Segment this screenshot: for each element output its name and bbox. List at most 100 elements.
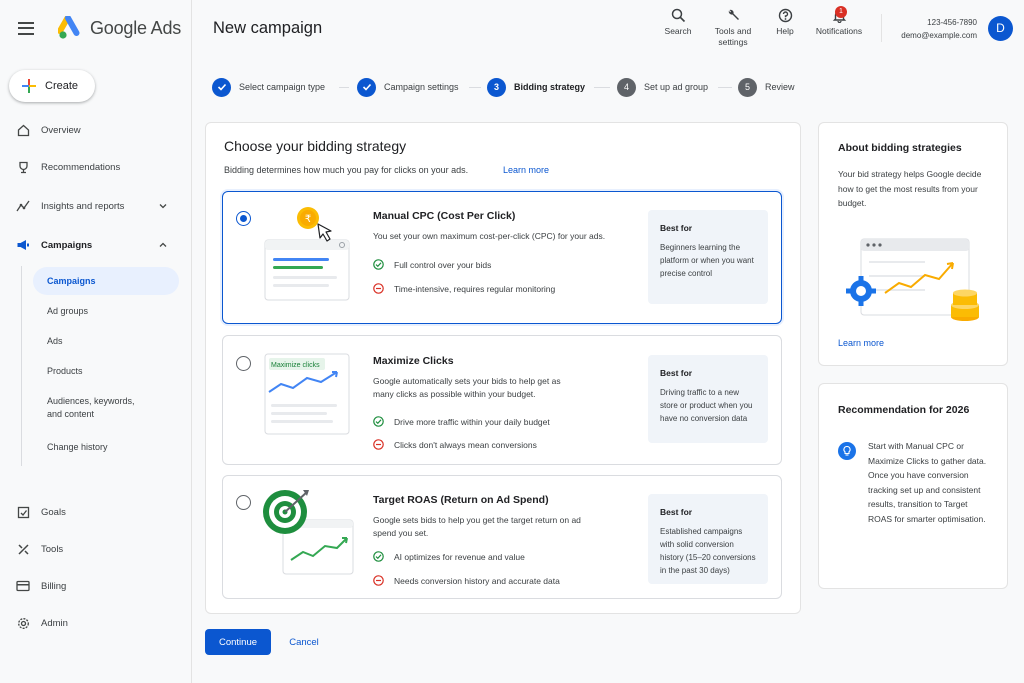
sidebar-item-label: Admin [41, 617, 68, 629]
option-con: Clicks don't always mean conversions [373, 439, 537, 450]
recommendation-text: Start with Manual CPC or Maximize Clicks… [868, 441, 987, 524]
learn-more-link[interactable]: Learn more [503, 165, 549, 175]
billing-icon [16, 579, 30, 593]
option-target-roas[interactable]: Target ROAS (Return on Ad Spend) Google … [222, 475, 782, 599]
radio-maximize-clicks[interactable] [236, 356, 251, 371]
option-manual-cpc[interactable]: ₹ Manual CPC (Cost Per Click) You set yo… [222, 191, 782, 324]
illustration-label: Maximize clicks [271, 362, 320, 369]
minus-circle-icon [373, 439, 384, 450]
option-con: Needs conversion history and accurate da… [373, 575, 560, 586]
sidebar-item-label: Insights and reports [41, 200, 125, 212]
create-label: Create [45, 80, 79, 92]
hamburger-menu-icon[interactable] [18, 16, 42, 40]
tools-and-settings-button[interactable]: Tools and settings [710, 8, 756, 48]
page-title: New campaign [213, 19, 323, 37]
radio-manual-cpc[interactable] [236, 211, 251, 226]
chevron-down-icon[interactable] [158, 201, 168, 211]
about-learn-more-link[interactable]: Learn more [838, 338, 884, 348]
avatar[interactable]: D [988, 16, 1013, 41]
step-bidding-strategy[interactable]: 3 Bidding strategy [487, 77, 585, 97]
step-select-campaign-type[interactable]: Select campaign type [212, 77, 325, 97]
sidebar: Google Ads Create Overview Recommendatio… [0, 0, 192, 683]
help-button[interactable]: Help [773, 8, 797, 37]
about-text: Your bid strategy helps Google decide ho… [838, 169, 982, 208]
sidebar-item-overview[interactable]: Overview [0, 116, 192, 144]
megaphone-icon [16, 238, 30, 252]
step-set-up-ad-group[interactable]: 4 Set up ad group [617, 77, 708, 97]
continue-button[interactable]: Continue [205, 629, 271, 655]
option-title: Manual CPC (Cost Per Click) [373, 210, 516, 222]
option-pro: Full control over your bids [373, 259, 491, 270]
wrench-icon [728, 9, 739, 20]
account-id: 123-456-7890 [927, 18, 977, 27]
submenu-divider [21, 266, 22, 466]
lightbulb-icon [838, 442, 856, 460]
coin-symbol: ₹ [305, 214, 311, 225]
manual-cpc-illustration-icon: ₹ [264, 207, 350, 301]
card-title: Choose your bidding strategy [224, 138, 407, 154]
sidebar-subitem-change-history[interactable]: Change history [33, 433, 179, 461]
check-circle-icon [373, 551, 384, 562]
sidebar-item-label: Campaigns [41, 239, 93, 251]
sidebar-subitem-campaigns[interactable]: Campaigns [33, 267, 179, 295]
option-pro: Drive more traffic within your daily bud… [373, 416, 550, 427]
target-roas-illustration-icon [263, 490, 354, 575]
sidebar-item-insights[interactable]: Insights and reports [0, 192, 192, 220]
option-description: Google sets bids to help you get the tar… [373, 515, 581, 538]
sidebar-item-campaigns[interactable]: Campaigns [0, 231, 192, 259]
radio-target-roas[interactable] [236, 495, 251, 510]
step-connector [718, 87, 732, 88]
notifications-button[interactable]: 1 Notifications [813, 6, 865, 37]
best-for-box: Best for Established campaigns with soli… [648, 494, 768, 584]
sidebar-subitem-ads[interactable]: Ads [33, 327, 179, 355]
create-button[interactable]: Create [9, 70, 95, 102]
sidebar-item-label: Overview [41, 124, 81, 136]
help-icon [778, 8, 792, 23]
plus-icon [22, 79, 36, 93]
chevron-up-icon[interactable] [158, 240, 168, 250]
step-review[interactable]: 5 Review [738, 77, 795, 97]
search-button[interactable]: Search [663, 8, 693, 37]
option-title: Target ROAS (Return on Ad Spend) [373, 494, 549, 506]
step-campaign-settings[interactable]: Campaign settings [357, 77, 459, 97]
check-circle-icon [373, 259, 384, 270]
recommendation-card: Recommendation for 2026 Start with Manua… [818, 383, 1008, 589]
sidebar-item-goals[interactable]: Goals [0, 498, 192, 526]
home-icon [16, 123, 30, 137]
option-description: Google automatically sets your bids to h… [373, 376, 561, 399]
option-pro: AI optimizes for revenue and value [373, 551, 525, 562]
cancel-button[interactable]: Cancel [280, 629, 328, 655]
trophy-icon [16, 160, 30, 174]
sidebar-item-billing[interactable]: Billing [0, 572, 192, 600]
bidding-strategy-card: Choose your bidding strategy Bidding det… [205, 122, 801, 614]
bidding-illustration-icon [846, 238, 979, 321]
sidebar-item-label: Goals [41, 506, 66, 518]
sidebar-item-recommendations[interactable]: Recommendations [0, 153, 192, 181]
option-con: Time-intensive, requires regular monitor… [373, 283, 555, 294]
header-divider [881, 14, 882, 42]
step-connector [594, 87, 610, 88]
sidebar-item-label: Recommendations [41, 161, 121, 173]
step-connector [469, 87, 481, 88]
sidebar-item-admin[interactable]: Admin [0, 609, 192, 637]
about-title: About bidding strategies [838, 142, 962, 154]
insights-icon [16, 199, 30, 213]
minus-circle-icon [373, 575, 384, 586]
sidebar-subitem-ad-groups[interactable]: Ad groups [33, 297, 179, 325]
sidebar-subitem-products[interactable]: Products [33, 357, 179, 385]
gear-icon [16, 616, 30, 630]
google-ads-logo-icon [58, 16, 80, 39]
about-bidding-card: About bidding strategies Your bid strate… [818, 122, 1008, 366]
account-email: demo@example.com [901, 31, 977, 40]
brand: Google Ads [14, 14, 181, 42]
sidebar-item-tools[interactable]: Tools [0, 535, 192, 563]
account-info[interactable]: 123-456-7890 demo@example.com [893, 16, 977, 42]
sidebar-subitem-audiences[interactable]: Audiences, keywords, and content [33, 390, 145, 426]
card-subtitle: Bidding determines how much you pay for … [224, 165, 469, 175]
check-circle-icon [373, 416, 384, 427]
option-maximize-clicks[interactable]: Maximize clicks Maximize Clicks Google a… [222, 335, 782, 465]
tools-icon [16, 542, 30, 556]
goals-icon [16, 505, 30, 519]
option-description: You set your own maximum cost-per-click … [373, 231, 606, 241]
option-title: Maximize Clicks [373, 355, 454, 367]
